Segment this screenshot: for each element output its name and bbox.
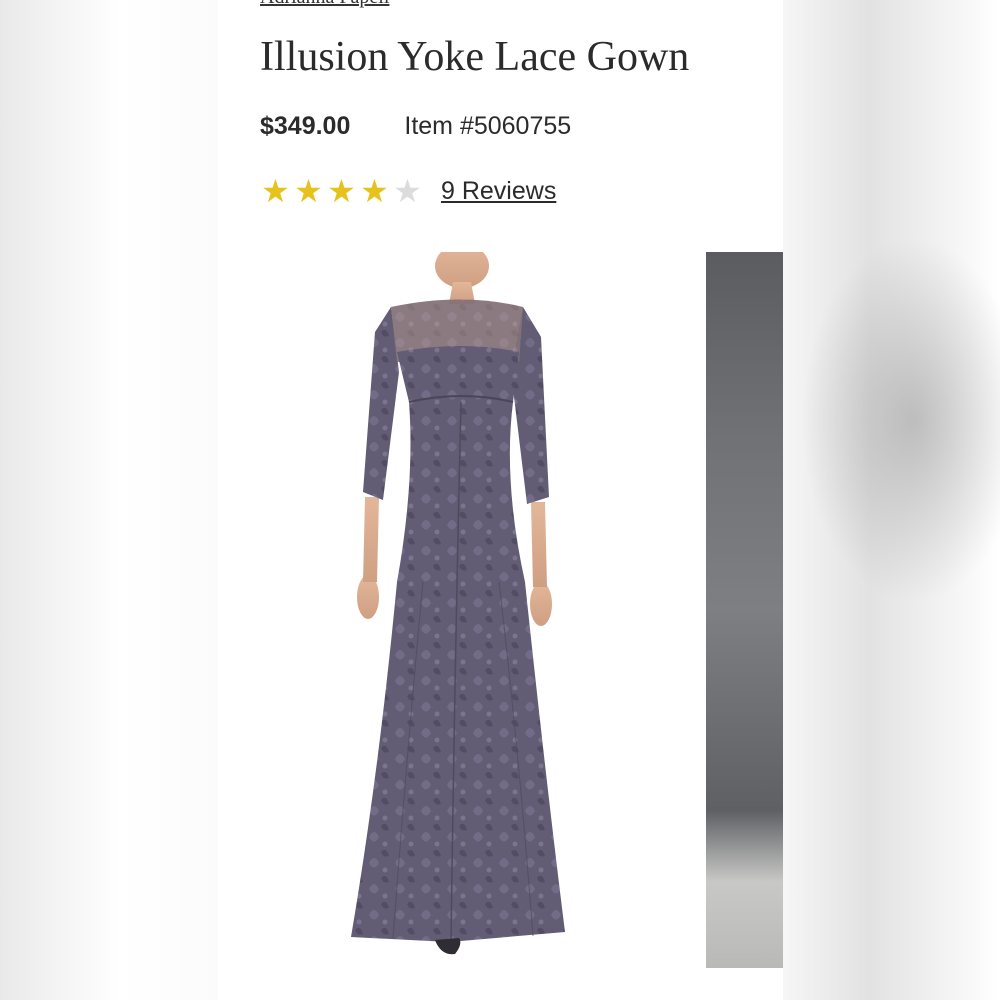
background-blur-left bbox=[0, 0, 218, 1000]
price-row: $349.00 Item #5060755 bbox=[260, 112, 571, 141]
star-filled-icon: ★ bbox=[261, 173, 290, 209]
product-page: Adrianna Papell Illusion Yoke Lace Gown … bbox=[218, 0, 783, 1000]
product-price: $349.00 bbox=[260, 112, 351, 140]
reviews-link[interactable]: 9 Reviews bbox=[441, 177, 556, 206]
star-filled-icon: ★ bbox=[327, 173, 356, 209]
star-empty-icon: ★ bbox=[393, 173, 422, 209]
item-number: Item #5060755 bbox=[404, 112, 572, 140]
star-filled-icon: ★ bbox=[294, 173, 323, 209]
star-filled-icon: ★ bbox=[360, 173, 389, 209]
gown-illustration bbox=[351, 252, 565, 955]
rating-row: ★ ★ ★ ★ ★ 9 Reviews bbox=[260, 175, 556, 207]
thumbnail-strip[interactable] bbox=[706, 252, 783, 968]
product-image[interactable] bbox=[313, 252, 733, 972]
background-blur-right bbox=[783, 0, 1000, 1000]
brand-link[interactable]: Adrianna Papell bbox=[260, 0, 389, 9]
star-rating[interactable]: ★ ★ ★ ★ ★ bbox=[260, 175, 423, 207]
product-title: Illusion Yoke Lace Gown bbox=[260, 34, 690, 80]
